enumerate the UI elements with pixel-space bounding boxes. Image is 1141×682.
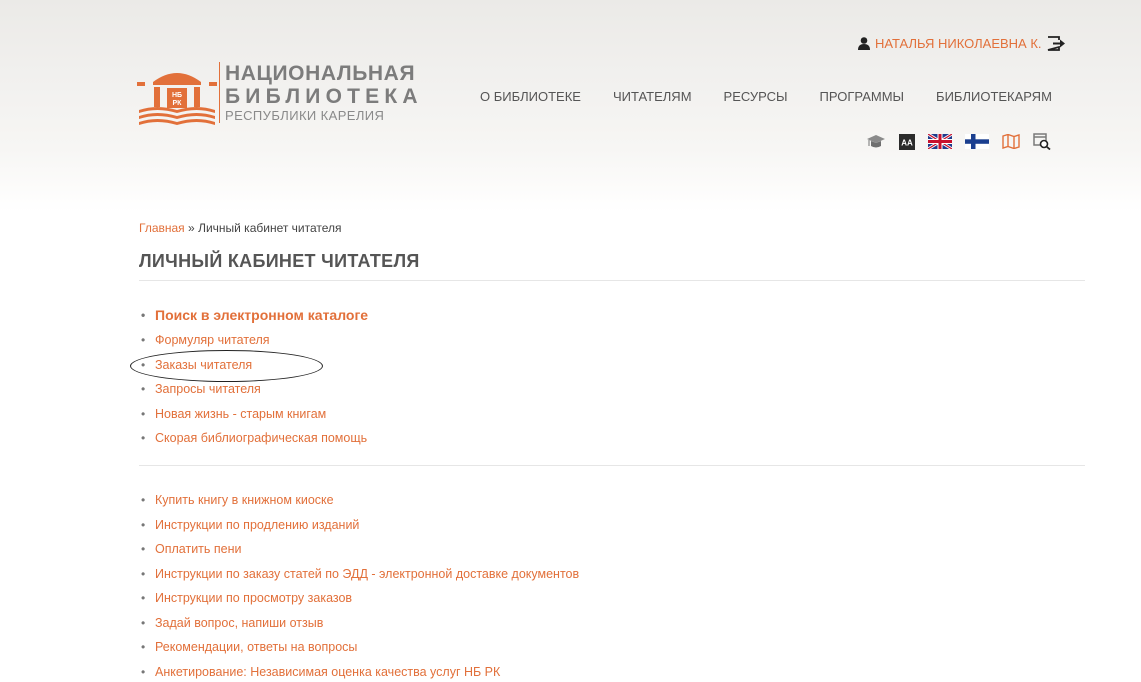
tool-icons: AA xyxy=(866,133,1051,150)
nav-item-resources[interactable]: РЕСУРСЫ xyxy=(724,89,788,104)
graduation-cap-icon[interactable] xyxy=(866,134,886,150)
list-item: Купить книгу в книжном киоске xyxy=(139,491,579,516)
secondary-links-list: Купить книгу в книжном киоске Инструкции… xyxy=(139,491,579,682)
list-item: Инструкции по продлению изданий xyxy=(139,516,579,541)
nav-item-librarians[interactable]: БИБЛИОТЕКАРЯМ xyxy=(936,89,1052,104)
svg-text:НБ: НБ xyxy=(172,92,182,99)
logo-line-3: РЕСПУБЛИКИ КАРЕЛИЯ xyxy=(225,108,385,123)
list-item: Поиск в электронном каталоге xyxy=(139,306,368,331)
nav-item-about[interactable]: О БИБЛИОТЕКЕ xyxy=(480,89,581,104)
list-item: Инструкции по заказу статей по ЭДД - эле… xyxy=(139,565,579,590)
list-item: Запросы читателя xyxy=(139,380,368,405)
map-icon[interactable] xyxy=(1002,134,1020,149)
breadcrumb-current: Личный кабинет читателя xyxy=(198,221,342,235)
nav-item-readers[interactable]: ЧИТАТЕЛЯМ xyxy=(613,89,692,104)
breadcrumb: Главная » Личный кабинет читателя xyxy=(139,221,342,235)
library-emblem-icon: НБ РК xyxy=(137,73,217,125)
reader-requests-link[interactable]: Запросы читателя xyxy=(155,382,261,396)
logo-line-1: НАЦИОНАЛЬНАЯ xyxy=(225,62,416,85)
user-icon xyxy=(858,37,870,50)
search-catalog-icon[interactable] xyxy=(1033,133,1051,150)
edd-instructions-link[interactable]: Инструкции по заказу статей по ЭДД - эле… xyxy=(155,567,579,581)
user-name-link[interactable]: НАТАЛЬЯ НИКОЛАЕВНА К. xyxy=(875,36,1042,51)
ask-question-link[interactable]: Задай вопрос, напиши отзыв xyxy=(155,616,323,630)
logo-wordmark: НАЦИОНАЛЬНАЯ БИБЛИОТЕКА РЕСПУБЛИКИ КАРЕЛ… xyxy=(219,62,423,123)
highlight-ellipse xyxy=(130,350,323,382)
new-life-books-link[interactable]: Новая жизнь - старым книгам xyxy=(155,407,326,421)
page-title: ЛИЧНЫЙ КАБИНЕТ ЧИТАТЕЛЯ xyxy=(139,251,420,271)
pay-fines-link[interactable]: Оплатить пени xyxy=(155,542,242,556)
nav-item-programs[interactable]: ПРОГРАММЫ xyxy=(820,89,905,104)
svg-text:РК: РК xyxy=(173,100,183,107)
list-item: Рекомендации, ответы на вопросы xyxy=(139,638,579,663)
font-size-icon[interactable]: AA xyxy=(899,133,915,150)
catalog-search-link[interactable]: Поиск в электронном каталоге xyxy=(155,307,368,323)
list-item: Скорая библиографическая помощь xyxy=(139,429,368,454)
list-item: Новая жизнь - старым книгам xyxy=(139,405,368,430)
svg-text:AA: AA xyxy=(901,138,913,147)
uk-flag-icon[interactable] xyxy=(928,134,952,149)
logout-icon[interactable] xyxy=(1047,36,1066,51)
breadcrumb-home-link[interactable]: Главная xyxy=(139,221,185,235)
breadcrumb-separator: » xyxy=(188,221,195,235)
bibliographic-help-link[interactable]: Скорая библиографическая помощь xyxy=(155,431,367,445)
list-item: Оплатить пени xyxy=(139,540,579,565)
logo-line-2: БИБЛИОТЕКА xyxy=(225,85,423,108)
reader-form-link[interactable]: Формуляр читателя xyxy=(155,333,270,347)
list-item: Задай вопрос, напиши отзыв xyxy=(139,614,579,639)
title-divider xyxy=(139,280,1085,281)
list-item: Инструкции по просмотру заказов xyxy=(139,589,579,614)
recommendations-link[interactable]: Рекомендации, ответы на вопросы xyxy=(155,640,357,654)
user-area: НАТАЛЬЯ НИКОЛАЕВНА К. xyxy=(858,36,1066,51)
section-divider xyxy=(139,465,1085,466)
finland-flag-icon[interactable] xyxy=(965,134,989,149)
view-orders-instructions-link[interactable]: Инструкции по просмотру заказов xyxy=(155,591,352,605)
main-nav: О БИБЛИОТЕКЕ ЧИТАТЕЛЯМ РЕСУРСЫ ПРОГРАММЫ… xyxy=(480,89,1052,104)
buy-book-link[interactable]: Купить книгу в книжном киоске xyxy=(155,493,334,507)
list-item: Анкетирование: Независимая оценка качест… xyxy=(139,663,579,682)
library-logo[interactable]: НБ РК НАЦИОНАЛЬНАЯ БИБЛИОТЕКА РЕСПУБЛИКИ… xyxy=(137,60,418,130)
survey-link[interactable]: Анкетирование: Независимая оценка качест… xyxy=(155,665,500,679)
renewal-instructions-link[interactable]: Инструкции по продлению изданий xyxy=(155,518,359,532)
